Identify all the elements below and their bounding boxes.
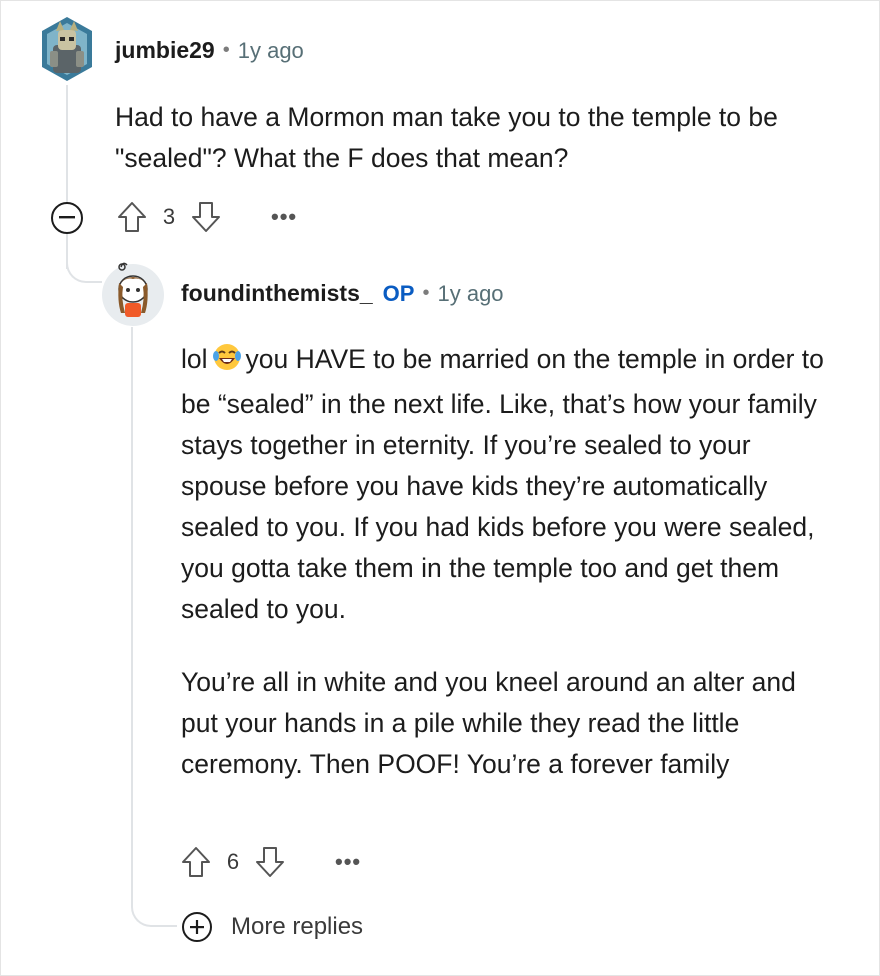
comment-text-rest: you HAVE to be married on the temple in … — [181, 344, 824, 624]
laughing-tears-emoji — [212, 342, 242, 384]
thread-elbow-1 — [66, 237, 102, 283]
upvote-button[interactable] — [117, 201, 147, 233]
avatar[interactable] — [38, 15, 96, 83]
vote-count: 6 — [226, 849, 240, 874]
comment-text: Had to have a Mormon man take you to the… — [115, 102, 778, 173]
comment-thread: jumbie29 • 1y ago Had to have a Mormon m… — [0, 0, 880, 976]
comment-meta: jumbie29 • 1y ago — [115, 37, 304, 64]
downvote-arrow-icon — [192, 202, 220, 232]
thread-line-1 — [66, 85, 68, 203]
upvote-arrow-icon — [118, 202, 146, 232]
upvote-arrow-icon — [182, 847, 210, 877]
username[interactable]: foundinthemists_ — [181, 280, 373, 307]
comment-meta: foundinthemists_ OP • 1y ago — [181, 280, 504, 307]
minus-circle-icon — [59, 216, 75, 219]
comment-actions: 3 ••• — [117, 201, 297, 233]
comment-body: lol you HAVE to be married on the temple … — [181, 339, 831, 785]
more-replies-label: More replies — [231, 913, 364, 940]
separator-dot: • — [222, 39, 230, 61]
more-replies-button[interactable]: More replies — [181, 911, 363, 943]
username[interactable]: jumbie29 — [115, 37, 215, 64]
avatar[interactable] — [101, 259, 165, 327]
snoo-avatar-icon — [102, 262, 164, 326]
comment-paragraph-2: You’re all in white and you kneel around… — [181, 667, 796, 779]
timestamp[interactable]: 1y ago — [238, 38, 304, 64]
separator-dot: • — [422, 282, 430, 304]
laughing-emoji-icon — [212, 344, 241, 370]
plus-circle-icon — [182, 912, 212, 942]
more-options-button[interactable]: ••• — [271, 204, 297, 230]
collapse-button[interactable] — [51, 202, 83, 234]
thread-line-2 — [131, 327, 133, 897]
thread-elbow-2 — [131, 881, 177, 927]
comment-text-prefix: lol — [181, 344, 208, 374]
timestamp[interactable]: 1y ago — [437, 281, 503, 307]
more-options-button[interactable]: ••• — [335, 849, 361, 875]
upvote-button[interactable] — [181, 846, 211, 878]
op-badge: OP — [382, 280, 415, 306]
downvote-arrow-icon — [256, 847, 284, 877]
downvote-button[interactable] — [191, 201, 221, 233]
comment-paragraph-1: lol you HAVE to be married on the temple … — [181, 339, 831, 630]
downvote-button[interactable] — [255, 846, 285, 878]
robot-avatar-icon — [42, 17, 92, 81]
comment-actions: 6 ••• — [181, 846, 361, 878]
vote-count: 3 — [162, 204, 176, 229]
comment-body: Had to have a Mormon man take you to the… — [115, 97, 835, 179]
